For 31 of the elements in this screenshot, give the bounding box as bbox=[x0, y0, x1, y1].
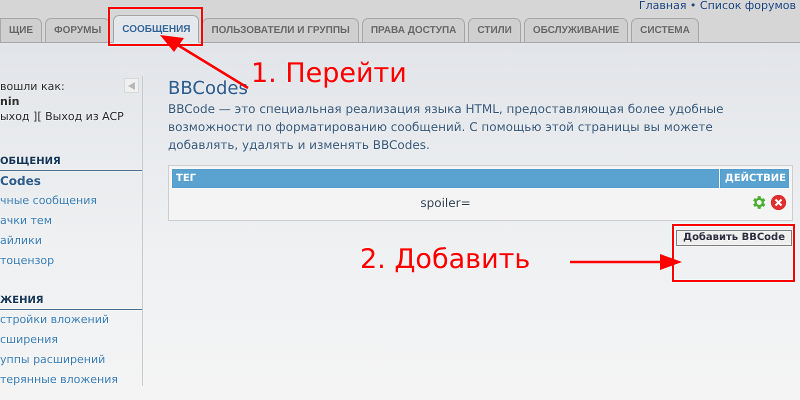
sidebar-link[interactable]: чные сообщения bbox=[0, 191, 98, 211]
sidebar-link[interactable]: сширения bbox=[0, 330, 58, 350]
nav-tab[interactable]: ЩИЕ bbox=[0, 18, 42, 43]
section-header: ОБЩЕНИЯ bbox=[0, 154, 142, 171]
top-links[interactable]: Главная • Список форумов bbox=[638, 0, 796, 11]
sidebar-link[interactable]: терянные вложения bbox=[0, 370, 118, 390]
nav-tab[interactable]: ФОРУМЫ bbox=[45, 18, 110, 43]
annotation-label: 1. Перейти bbox=[251, 58, 407, 90]
logged-in-label: вошли как: bbox=[0, 79, 65, 94]
column-header: ТЕГ bbox=[175, 172, 198, 186]
sidebar-link[interactable]: Codes bbox=[0, 171, 41, 191]
sidebar-link[interactable]: стройки вложений bbox=[0, 310, 110, 330]
sidebar-link[interactable]: айлики bbox=[0, 231, 42, 251]
nav-tab[interactable]: ПОЛЬЗОВАТЕЛИ И ГРУППЫ bbox=[202, 18, 359, 43]
nav-tab[interactable]: СООБЩЕНИЯ bbox=[113, 15, 200, 43]
page-title: BBCodes bbox=[168, 79, 248, 99]
sidebar-link[interactable]: уппы расширений bbox=[0, 350, 106, 370]
annotation-label: 2. Добавить bbox=[360, 244, 530, 276]
nav-tab[interactable]: СИСТЕМА bbox=[631, 18, 699, 43]
add-bbcode-button[interactable]: Добавить BBCode bbox=[676, 230, 792, 246]
page-description: BBCode — это специальная реализация языка HTML, предоставляющая более удобные возможности по форматированию сообщений. С помощью этой страницы вы можете добавлять, удалять и изменять BBCodes. bbox=[168, 101, 725, 154]
section-header: ЖЕНИЯ bbox=[0, 293, 142, 310]
username: nin bbox=[0, 94, 20, 109]
nav-tab[interactable]: ПРАВА ДОСТУПА bbox=[362, 18, 466, 43]
table-cell-text: spoiler= bbox=[420, 194, 471, 212]
column-header: ДЕЙСТВИЕ bbox=[719, 169, 789, 188]
nav-tab[interactable]: СТИЛИ bbox=[468, 18, 521, 43]
logout-links[interactable]: ыход ][ Выход из ACP bbox=[0, 109, 124, 124]
sidebar-link[interactable]: ачки тем bbox=[0, 211, 52, 231]
sidebar-link[interactable]: тоцензор bbox=[0, 251, 54, 271]
nav-tab[interactable]: ОБСЛУЖИВАНИЕ bbox=[524, 18, 628, 43]
